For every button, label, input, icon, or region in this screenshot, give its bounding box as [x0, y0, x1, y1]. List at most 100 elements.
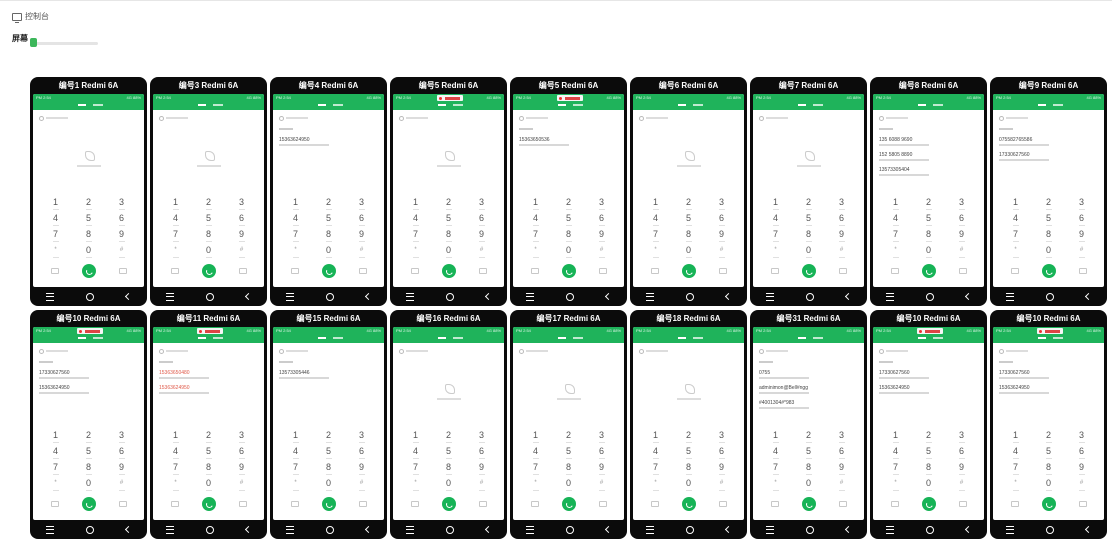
delete-icon[interactable] [838, 501, 847, 507]
key-button[interactable]: 2 [792, 196, 825, 212]
key-button[interactable]: # [105, 477, 138, 493]
key-button[interactable]: 7 [399, 228, 432, 244]
key-button[interactable]: 4 [519, 212, 552, 228]
key-button[interactable]: 8 [192, 461, 225, 477]
phone-screen[interactable]: PM 2:54 4G 88% 1 2 3 4 5 6 7 8 9 * 0 # [633, 327, 744, 520]
call-button[interactable] [921, 264, 936, 278]
key-button[interactable]: 1 [999, 429, 1032, 445]
home-icon[interactable] [926, 292, 934, 301]
phone-screen[interactable]: PM 2:54 4G 88% 1 2 3 4 5 6 7 8 9 * 0 # [753, 94, 864, 287]
key-button[interactable]: 1 [519, 429, 552, 445]
tab-dial[interactable] [798, 104, 806, 106]
key-button[interactable]: 8 [792, 228, 825, 244]
key-button[interactable]: 7 [519, 461, 552, 477]
call-number[interactable]: 152 5805 8890 [879, 152, 978, 158]
key-button[interactable]: 7 [279, 228, 312, 244]
key-button[interactable]: 9 [585, 461, 618, 477]
call-button[interactable] [681, 264, 696, 278]
phone-card[interactable]: 编号3 Redmi 6A PM 2:54 4G 88% 1 2 3 4 5 6 7 8 9 * 0 # [150, 77, 267, 306]
tab-dial[interactable] [198, 104, 206, 106]
key-button[interactable]: 5 [912, 445, 945, 461]
key-button[interactable]: 9 [465, 228, 498, 244]
key-button[interactable]: 4 [999, 212, 1032, 228]
back-icon[interactable] [124, 525, 133, 534]
phone-screen[interactable]: PM 2:54 4G 88% 13573305446 1 2 3 4 5 6 7 8 9 * 0 # [273, 327, 384, 520]
key-button[interactable]: 1 [159, 429, 192, 445]
key-button[interactable]: 6 [345, 445, 378, 461]
phone-screen[interactable]: PM 2:54 4G 88% 075582765586 17330627560 1 2 3 4… [993, 94, 1104, 287]
tab-dial[interactable] [678, 104, 686, 106]
key-button[interactable]: 6 [825, 445, 858, 461]
recents-icon[interactable] [646, 525, 654, 534]
recents-icon[interactable] [166, 525, 174, 534]
key-button[interactable]: 8 [312, 461, 345, 477]
back-icon[interactable] [484, 292, 493, 301]
key-button[interactable]: 4 [639, 212, 672, 228]
key-button[interactable]: # [585, 477, 618, 493]
key-button[interactable]: # [1065, 477, 1098, 493]
key-button[interactable]: * [279, 477, 312, 493]
call-button[interactable] [201, 497, 216, 511]
key-button[interactable]: 2 [552, 196, 585, 212]
key-button[interactable]: 7 [999, 228, 1032, 244]
back-icon[interactable] [1084, 525, 1093, 534]
delete-icon[interactable] [478, 501, 487, 507]
tab-dial[interactable] [438, 337, 446, 339]
phone-card[interactable]: 编号5 Redmi 6A PM 2:54 4G 88% 15363650536 1 2 3 4… [510, 77, 627, 306]
key-button[interactable]: 4 [879, 445, 912, 461]
recents-icon[interactable] [526, 525, 534, 534]
dialer-tabs[interactable] [993, 102, 1104, 110]
key-button[interactable]: 5 [432, 445, 465, 461]
key-button[interactable]: # [705, 244, 738, 260]
key-button[interactable]: 5 [432, 212, 465, 228]
key-button[interactable]: * [999, 477, 1032, 493]
tab-contacts[interactable] [93, 104, 103, 106]
key-button[interactable]: 2 [192, 429, 225, 445]
tab-contacts[interactable] [453, 104, 463, 106]
key-button[interactable]: 2 [192, 196, 225, 212]
key-button[interactable]: 1 [279, 429, 312, 445]
call-number[interactable]: 075582765586 [999, 137, 1098, 143]
dialer-tabs[interactable] [873, 102, 984, 110]
delete-icon[interactable] [838, 268, 847, 274]
slider-knob[interactable] [30, 38, 38, 47]
menu-icon[interactable] [650, 501, 659, 507]
key-button[interactable]: 5 [72, 445, 105, 461]
call-button[interactable] [321, 264, 336, 278]
key-button[interactable]: 8 [432, 228, 465, 244]
menu-icon[interactable] [410, 501, 419, 507]
key-button[interactable]: * [399, 477, 432, 493]
key-button[interactable]: 0 [552, 244, 585, 260]
menu-icon[interactable] [170, 501, 179, 507]
recents-icon[interactable] [1006, 292, 1014, 301]
key-button[interactable]: 2 [432, 429, 465, 445]
back-icon[interactable] [724, 292, 733, 301]
key-button[interactable]: 7 [159, 228, 192, 244]
call-number[interactable]: 13573305404 [879, 167, 978, 173]
phone-screen[interactable]: PM 2:54 4G 88% 15363650536 1 2 3 4 5 6 7 8 9 * 0 # [513, 94, 624, 287]
dialer-tabs[interactable] [993, 335, 1104, 343]
home-icon[interactable] [86, 292, 94, 301]
phone-card[interactable]: 编号18 Redmi 6A PM 2:54 4G 88% 1 2 3 4 5 6 7 8 9 * 0 # [630, 310, 747, 539]
call-number[interactable]: 15363650536 [519, 137, 618, 143]
key-button[interactable]: 5 [552, 445, 585, 461]
call-button[interactable] [1041, 264, 1056, 278]
key-button[interactable]: 9 [705, 461, 738, 477]
key-button[interactable]: # [225, 477, 258, 493]
tab-dial[interactable] [318, 104, 326, 106]
phone-screen[interactable]: PM 2:54 4G 88% 15363624950 1 2 3 4 5 6 7 8 9 * 0 # [273, 94, 384, 287]
key-button[interactable]: 0 [432, 477, 465, 493]
key-button[interactable]: 2 [912, 196, 945, 212]
call-number[interactable]: 15363624950 [39, 385, 138, 391]
back-icon[interactable] [964, 525, 973, 534]
delete-icon[interactable] [958, 268, 967, 274]
key-button[interactable]: # [225, 244, 258, 260]
key-button[interactable]: 6 [465, 445, 498, 461]
key-button[interactable]: 6 [705, 445, 738, 461]
delete-icon[interactable] [958, 501, 967, 507]
key-button[interactable]: 2 [1032, 196, 1065, 212]
menu-icon[interactable] [410, 268, 419, 274]
menu-icon[interactable] [290, 268, 299, 274]
key-button[interactable]: 6 [105, 445, 138, 461]
tab-dial[interactable] [438, 104, 446, 106]
